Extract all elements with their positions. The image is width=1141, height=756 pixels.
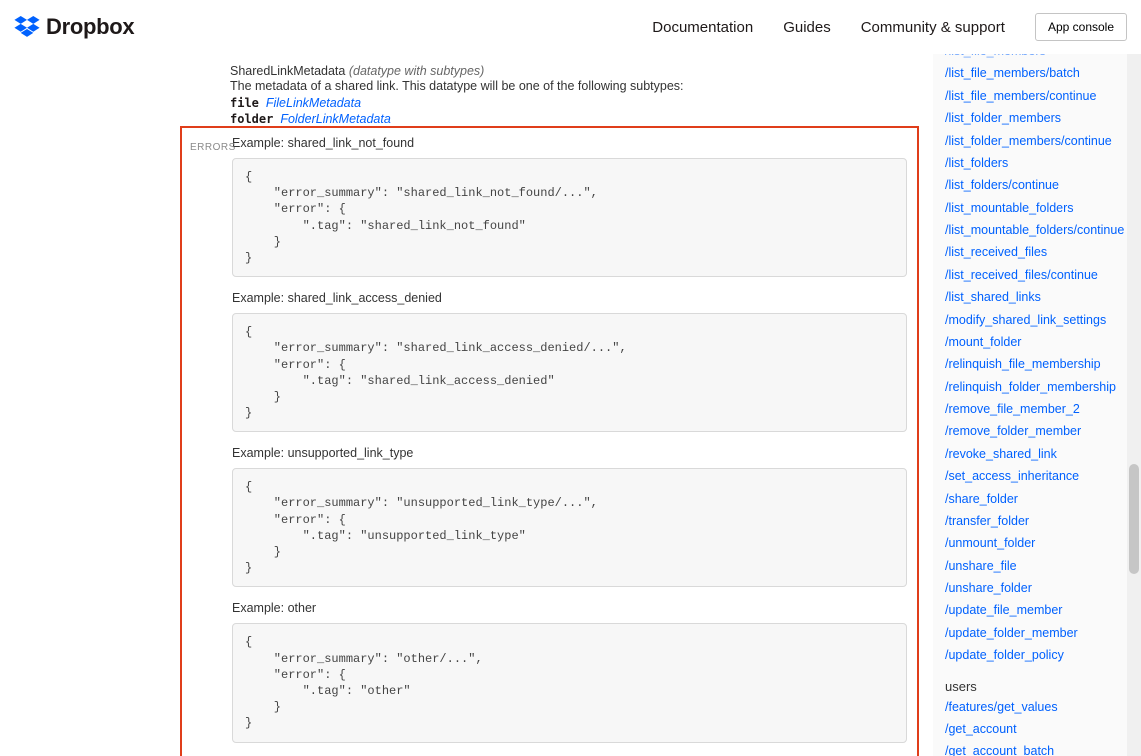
sidebar-item[interactable]: /list_file_members/continue [945,85,1133,107]
returns-block: SharedLinkMetadata (datatype with subtyp… [180,54,919,126]
sidebar-item[interactable]: /features/get_values [945,696,1133,718]
sidebar-item[interactable]: /relinquish_file_membership [945,353,1133,375]
returns-type-line: SharedLinkMetadata (datatype with subtyp… [230,64,919,78]
sidebar-item[interactable]: /mount_folder [945,331,1133,353]
app-console-button[interactable]: App console [1035,13,1127,41]
sidebar-item[interactable]: /list_file_members/batch [945,62,1133,84]
code-block-1[interactable]: { "error_summary": "shared_link_access_d… [232,313,907,432]
sidebar-heading-users: users [945,667,1133,696]
returns-desc: The metadata of a shared link. This data… [230,79,919,93]
dropbox-icon [14,16,40,38]
code-block-2[interactable]: { "error_summary": "unsupported_link_typ… [232,468,907,587]
sidebar-item[interactable]: /remove_file_member_2 [945,398,1133,420]
field-name: file [230,96,259,110]
top-nav: Documentation Guides Community & support… [652,13,1127,41]
type-link-file[interactable]: FileLinkMetadata [266,96,361,110]
code-block-3[interactable]: { "error_summary": "other/...", "error":… [232,623,907,742]
sidebar-item[interactable]: /update_file_member [945,599,1133,621]
sidebar-item[interactable]: /remove_folder_member [945,420,1133,442]
header: Dropbox Documentation Guides Community &… [0,0,1141,54]
sidebar-item[interactable]: /list_file_members [945,54,1133,62]
sidebar: /list_file_members /list_file_members/ba… [933,54,1141,756]
sidebar-item[interactable]: /list_folders [945,152,1133,174]
sidebar-item[interactable]: /revoke_shared_link [945,443,1133,465]
scrollbar-thumb[interactable] [1129,464,1139,574]
sidebar-item[interactable]: /relinquish_folder_membership [945,376,1133,398]
sidebar-item[interactable]: /list_mountable_folders [945,197,1133,219]
sidebar-item[interactable]: /list_received_files/continue [945,264,1133,286]
code-block-0[interactable]: { "error_summary": "shared_link_not_foun… [232,158,907,277]
content-column: SharedLinkMetadata (datatype with subtyp… [0,54,933,756]
sidebar-item[interactable]: /list_folders/continue [945,174,1133,196]
errors-label: ERRORS [190,142,236,153]
returns-type-note: (datatype with subtypes) [349,64,485,78]
returns-row-file: file FileLinkMetadata [230,96,919,110]
page-body: SharedLinkMetadata (datatype with subtyp… [0,54,1141,756]
example-label-3: Example: other [232,601,907,615]
sidebar-item[interactable]: /transfer_folder [945,510,1133,532]
sidebar-item[interactable]: /modify_shared_link_settings [945,309,1133,331]
example-label-1: Example: shared_link_access_denied [232,291,907,305]
sidebar-item[interactable]: /list_received_files [945,241,1133,263]
nav-guides[interactable]: Guides [783,19,831,36]
nav-documentation[interactable]: Documentation [652,19,753,36]
sidebar-item[interactable]: /update_folder_policy [945,644,1133,666]
errors-section: ERRORS Example: shared_link_not_found { … [180,126,919,756]
sidebar-item[interactable]: /get_account_batch [945,740,1133,756]
sidebar-item[interactable]: /unshare_file [945,555,1133,577]
logo-text: Dropbox [46,14,134,40]
sidebar-item[interactable]: /set_access_inheritance [945,465,1133,487]
type-link-folder[interactable]: FolderLinkMetadata [280,112,390,126]
sidebar-item[interactable]: /list_folder_members/continue [945,130,1133,152]
sidebar-item[interactable]: /list_shared_links [945,286,1133,308]
sidebar-item[interactable]: /update_folder_member [945,622,1133,644]
returns-type-name: SharedLinkMetadata [230,64,345,78]
example-label-0: Example: shared_link_not_found [232,136,907,150]
example-label-2: Example: unsupported_link_type [232,446,907,460]
sidebar-item[interactable]: /unshare_folder [945,577,1133,599]
sidebar-item[interactable]: /get_account [945,718,1133,740]
sidebar-item[interactable]: /list_mountable_folders/continue [945,219,1133,241]
sidebar-item[interactable]: /unmount_folder [945,532,1133,554]
sidebar-item[interactable]: /list_folder_members [945,107,1133,129]
returns-row-folder: folder FolderLinkMetadata [230,112,919,126]
nav-community[interactable]: Community & support [861,19,1005,36]
sidebar-item[interactable]: /share_folder [945,488,1133,510]
sidebar-scroll[interactable]: /list_file_members /list_file_members/ba… [945,54,1133,756]
logo[interactable]: Dropbox [14,14,134,40]
field-name: folder [230,112,273,126]
scrollbar-track[interactable] [1127,54,1141,756]
